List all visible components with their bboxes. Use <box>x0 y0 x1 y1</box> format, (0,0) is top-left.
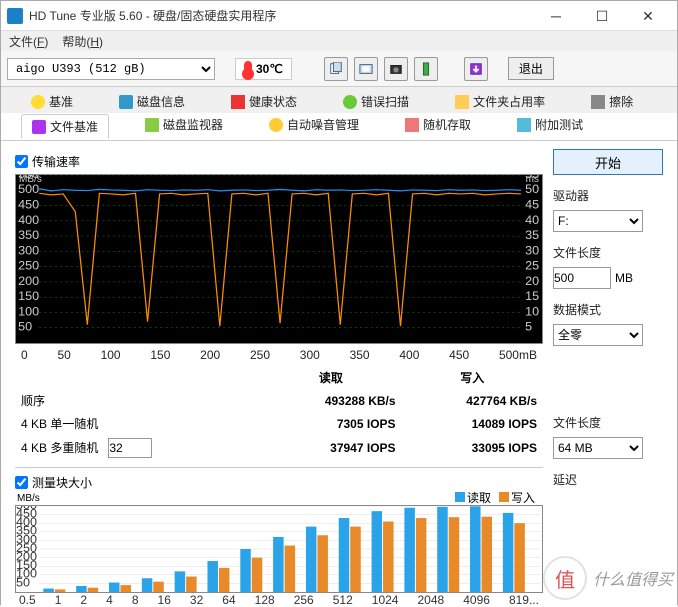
table-row: 4 KB 单一随机7305 IOPS14089 IOPS <box>15 412 543 435</box>
file-icon <box>32 120 46 134</box>
monitor-icon <box>145 118 159 132</box>
minimize-button[interactable]: ─ <box>533 2 579 30</box>
svg-text:250: 250 <box>18 259 39 273</box>
copy-info-button[interactable] <box>324 57 348 81</box>
blocksize-chart: 50100150200250300350400450500 <box>15 505 543 593</box>
svg-text:45: 45 <box>525 198 539 212</box>
x-axis-ticks: 050100150200250300350400450500mB <box>15 348 543 362</box>
svg-text:25: 25 <box>525 259 539 273</box>
y-axis-unit: MB/s <box>19 174 42 185</box>
transfer-chart: 5010015020025030035040045050055051015202… <box>15 174 543 344</box>
start-button[interactable]: 开始 <box>553 149 663 175</box>
tab-health[interactable]: 健康状态 <box>221 90 307 113</box>
erase-icon <box>591 95 605 109</box>
drive-select[interactable]: aigo U393 (512 gB) <box>7 58 215 80</box>
app-icon <box>7 8 23 24</box>
menu-file[interactable]: 文件(F) <box>9 33 48 50</box>
exit-button[interactable]: 退出 <box>508 57 554 80</box>
random-icon <box>405 118 419 132</box>
menu-help[interactable]: 帮助(H) <box>62 33 103 50</box>
svg-text:5: 5 <box>525 320 532 334</box>
svg-text:350: 350 <box>18 228 39 242</box>
tab-diskmonitor[interactable]: 磁盘监视器 <box>135 113 233 136</box>
scan-icon <box>343 95 357 109</box>
save-screenshot-button[interactable] <box>384 57 408 81</box>
svg-text:35: 35 <box>525 228 539 242</box>
svg-text:40: 40 <box>525 213 539 227</box>
svg-text:150: 150 <box>18 289 39 303</box>
svg-text:30: 30 <box>525 244 539 258</box>
tab-folderusage[interactable]: 文件夹占用率 <box>445 90 555 113</box>
close-button[interactable]: ✕ <box>625 2 671 30</box>
results-table: 读取写入 顺序493288 KB/s427764 KB/s 4 KB 单一随机7… <box>15 366 543 461</box>
svg-text:450: 450 <box>18 198 39 212</box>
svg-text:100: 100 <box>18 305 39 319</box>
svg-text:400: 400 <box>18 213 39 227</box>
tab-info[interactable]: 磁盘信息 <box>109 90 195 113</box>
block-file-length-select[interactable]: 64 MB <box>553 437 643 459</box>
bulb-icon <box>31 95 45 109</box>
svg-text:10: 10 <box>525 305 539 319</box>
thread-count-input[interactable] <box>108 438 152 458</box>
transfer-rate-checkbox[interactable]: 传输速率 <box>15 153 543 170</box>
tab-randomaccess[interactable]: 随机存取 <box>395 113 481 136</box>
svg-text:500: 500 <box>16 506 37 512</box>
svg-text:20: 20 <box>525 274 539 288</box>
svg-text:50: 50 <box>18 320 32 334</box>
svg-text:15: 15 <box>525 289 539 303</box>
tab-filebenchmark[interactable]: 文件基准 <box>21 114 109 139</box>
folder-icon <box>455 95 469 109</box>
tab-errorscan[interactable]: 错误扫描 <box>333 90 419 113</box>
watermark: 值 什么值得买 <box>543 556 673 600</box>
tab-benchmark[interactable]: 基准 <box>21 90 83 113</box>
speaker-icon <box>269 118 283 132</box>
file-length-input[interactable] <box>553 267 611 289</box>
svg-text:300: 300 <box>18 244 39 258</box>
svg-text:200: 200 <box>18 274 39 288</box>
health-icon <box>231 95 245 109</box>
info-icon <box>119 95 133 109</box>
save-button[interactable] <box>464 57 488 81</box>
data-mode-select[interactable]: 全零 <box>553 324 643 346</box>
chart2-legend: 读取 写入 <box>455 489 535 506</box>
tab-extratests[interactable]: 附加测试 <box>507 113 593 136</box>
copy-screenshot-button[interactable] <box>354 57 378 81</box>
extra-icon <box>517 118 531 132</box>
table-row: 顺序493288 KB/s427764 KB/s <box>15 389 543 412</box>
tab-erase[interactable]: 擦除 <box>581 90 643 113</box>
window-title: HD Tune 专业版 5.60 - 硬盘/固态硬盘实用程序 <box>29 7 533 24</box>
table-row: 4 KB 多重随机 37947 IOPS33095 IOPS <box>15 435 543 461</box>
y2-axis-unit: ms <box>526 174 539 185</box>
tab-aam[interactable]: 自动噪音管理 <box>259 113 369 136</box>
temperature-display: 30℃ <box>235 58 292 80</box>
maximize-button[interactable]: ☐ <box>579 2 625 30</box>
options-button[interactable] <box>414 57 438 81</box>
drive-letter-select[interactable]: F: <box>553 210 643 232</box>
thermometer-icon <box>244 61 252 77</box>
